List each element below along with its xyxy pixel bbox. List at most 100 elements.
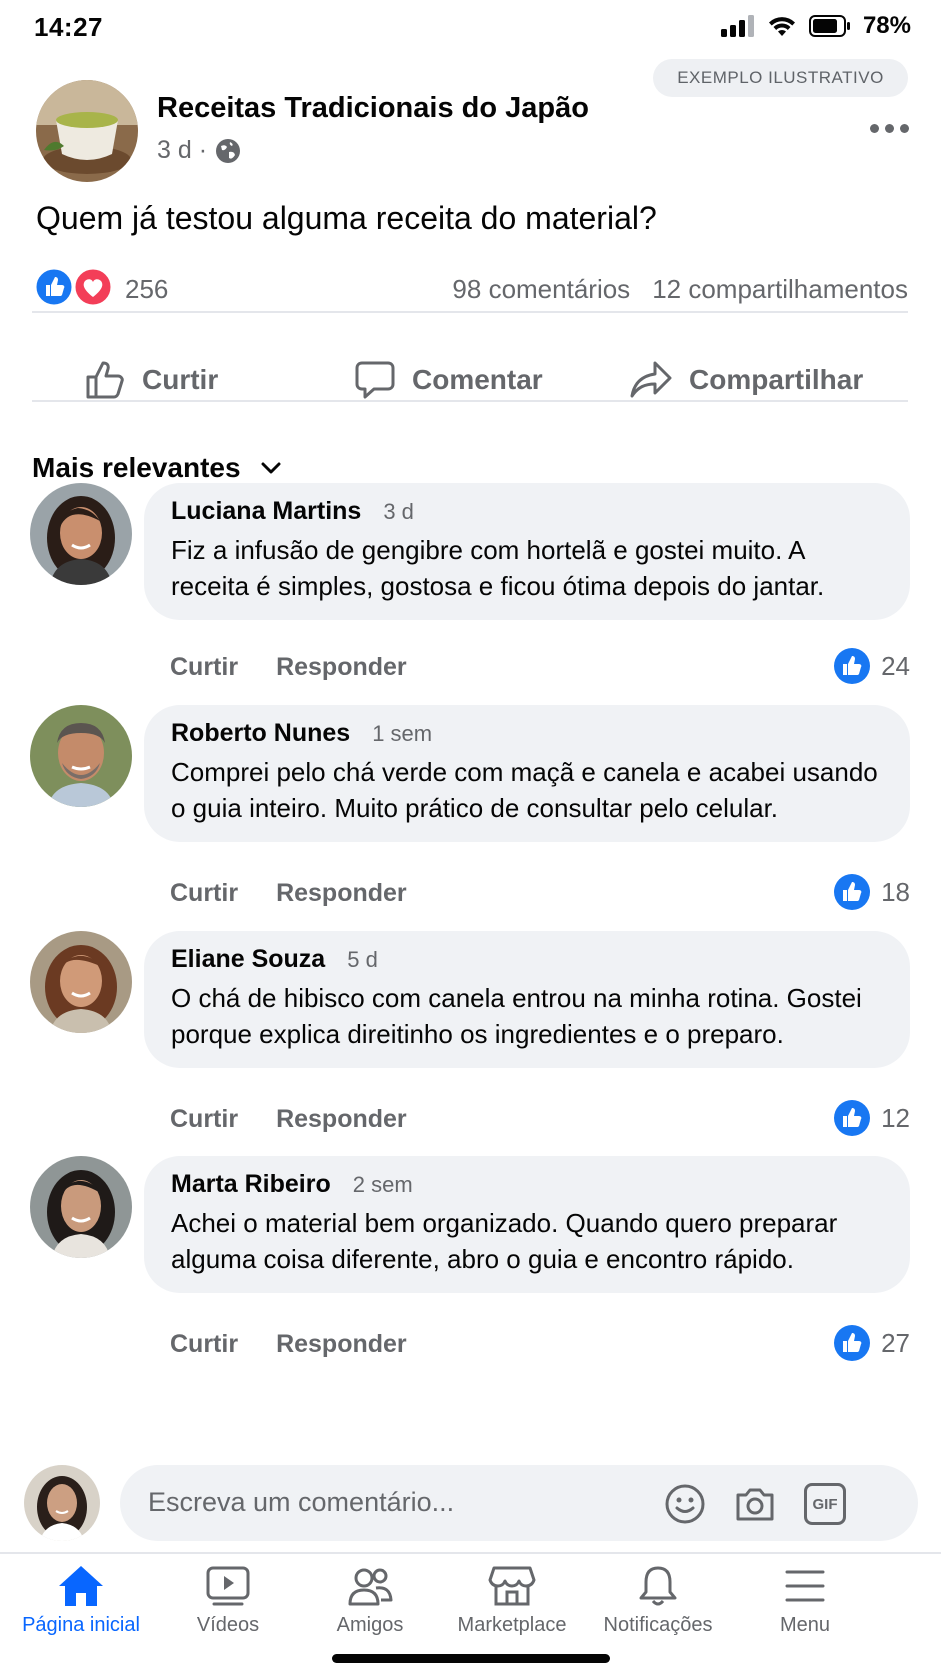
share-button[interactable]: Compartilhar (629, 336, 863, 424)
post-header: Receitas Tradicionais do Japão 3 d · (36, 80, 909, 184)
comment-text: O chá de hibisco com canela entrou na mi… (171, 983, 862, 1049)
menu-hamburger-icon (785, 1570, 825, 1602)
comment-item: Luciana Martins 3 d Fiz a infusão de gen… (30, 483, 910, 688)
divider (32, 311, 908, 313)
comment-author[interactable]: Eliane Souza (171, 945, 325, 974)
share-count[interactable]: 12 compartilhamentos (652, 274, 908, 305)
like-label: Curtir (142, 364, 219, 395)
like-reaction-icon (834, 1100, 871, 1136)
nav-marketplace[interactable]: Marketplace (437, 1564, 587, 1654)
comment-reply-button[interactable]: Responder (276, 879, 407, 908)
comment-like-count[interactable]: 12 (833, 1099, 910, 1137)
chevron-down-icon (261, 462, 281, 474)
comment-item: Roberto Nunes 1 sem Comprei pelo chá ver… (30, 705, 910, 915)
comment-like-count[interactable]: 24 (833, 647, 910, 685)
page-avatar[interactable] (36, 80, 138, 182)
post-time: 3 d · (157, 136, 208, 164)
globe-icon (216, 138, 241, 163)
gif-icon[interactable]: GIF (804, 1483, 846, 1525)
nav-marketplace-label: Marketplace (457, 1614, 567, 1636)
user-avatar[interactable] (24, 1465, 100, 1541)
page-name[interactable]: Receitas Tradicionais do Japão (157, 92, 589, 125)
comment-bubble: Marta Ribeiro 2 sem Achei o material bem… (144, 1156, 910, 1293)
sort-label: Mais relevantes (32, 452, 241, 483)
comment-reply-button[interactable]: Responder (276, 1105, 407, 1134)
video-icon (206, 1566, 250, 1606)
comment-item: Eliane Souza 5 d O chá de hibisco com ca… (30, 931, 910, 1141)
wifi-icon (768, 17, 795, 36)
comment-reply-button[interactable]: Responder (276, 653, 407, 682)
comment-button[interactable]: Comentar (354, 336, 543, 424)
comment-text: Comprei pelo chá verde com maçã e canela… (171, 757, 878, 823)
camera-icon[interactable] (734, 1483, 776, 1525)
avatar[interactable] (30, 483, 132, 585)
share-arrow-icon (630, 361, 672, 398)
avatar[interactable] (30, 931, 132, 1033)
like-count: 24 (881, 650, 910, 681)
marketplace-icon (488, 1566, 536, 1606)
nav-menu[interactable]: Menu (730, 1564, 880, 1654)
comment-bubble-icon (355, 361, 395, 399)
comment-bubble: Eliane Souza 5 d O chá de hibisco com ca… (144, 931, 910, 1068)
status-icons: 78% (720, 12, 911, 40)
comment-like-button[interactable]: Curtir (170, 1105, 238, 1134)
emoji-icon[interactable] (664, 1483, 706, 1525)
home-indicator (332, 1654, 610, 1663)
like-count: 12 (881, 1102, 910, 1133)
comment-sort-dropdown[interactable]: Mais relevantes (32, 452, 281, 484)
battery-icon (808, 15, 850, 37)
divider (32, 400, 908, 402)
comment-item: Marta Ribeiro 2 sem Achei o material bem… (30, 1156, 910, 1366)
nav-videos-label: Vídeos (196, 1614, 260, 1636)
nav-menu-label: Menu (779, 1614, 831, 1636)
comment-time: 5 d (347, 947, 378, 972)
bell-icon (639, 1566, 677, 1606)
comment-input[interactable]: Escreva um comentário... GIF (120, 1465, 918, 1541)
friends-icon (348, 1568, 393, 1606)
post-meta: 3 d · (157, 136, 241, 165)
comment-count[interactable]: 98 comentários (452, 274, 630, 305)
comment-like-button[interactable]: Curtir (170, 1330, 238, 1359)
comment-time: 2 sem (352, 1172, 413, 1197)
avatar[interactable] (30, 1156, 132, 1258)
comment-author[interactable]: Luciana Martins (171, 497, 361, 526)
like-count: 18 (881, 876, 910, 907)
status-bar: 14:27 78% (0, 0, 941, 54)
status-time: 14:27 (34, 12, 103, 42)
comment-actions: Curtir Responder (170, 653, 407, 682)
reaction-icons[interactable] (34, 266, 118, 308)
comment-text: Achei o material bem organizado. Quando … (171, 1208, 838, 1274)
comment-time: 3 d (383, 499, 414, 524)
nav-videos[interactable]: Vídeos (153, 1564, 303, 1654)
battery-percentage: 78% (862, 12, 911, 39)
like-reaction-icon (834, 648, 871, 684)
cellular-signal-icon (720, 15, 754, 37)
comment-actions: Curtir Responder (170, 879, 407, 908)
comment-time: 1 sem (372, 721, 433, 746)
comment-like-count[interactable]: 18 (833, 873, 910, 911)
avatar[interactable] (30, 705, 132, 807)
like-count: 27 (881, 1327, 910, 1358)
comment-like-button[interactable]: Curtir (170, 653, 238, 682)
post-stats: 256 98 comentários 12 compartilhamentos (34, 266, 908, 310)
like-button[interactable]: Curtir (84, 336, 218, 424)
comment-bubble: Roberto Nunes 1 sem Comprei pelo chá ver… (144, 705, 910, 842)
comment-label: Comentar (412, 364, 543, 395)
comment-like-count[interactable]: 27 (833, 1324, 910, 1362)
post-action-bar: Curtir Comentar Compartilhar (32, 336, 908, 424)
nav-notifications[interactable]: Notificações (583, 1564, 733, 1654)
like-reaction-icon (834, 874, 871, 910)
comment-author[interactable]: Roberto Nunes (171, 719, 350, 748)
reaction-count[interactable]: 256 (125, 274, 168, 305)
home-icon (59, 1566, 103, 1606)
more-options-icon[interactable] (864, 116, 914, 140)
comment-actions: Curtir Responder (170, 1330, 407, 1359)
comment-like-button[interactable]: Curtir (170, 879, 238, 908)
comment-input-placeholder: Escreva um comentário... (148, 1487, 455, 1517)
thumbs-up-icon (86, 361, 124, 399)
nav-notifications-label: Notificações (603, 1614, 713, 1636)
nav-home[interactable]: Página inicial (6, 1564, 156, 1654)
nav-friends[interactable]: Amigos (295, 1564, 445, 1654)
comment-author[interactable]: Marta Ribeiro (171, 1170, 331, 1199)
comment-reply-button[interactable]: Responder (276, 1330, 407, 1359)
